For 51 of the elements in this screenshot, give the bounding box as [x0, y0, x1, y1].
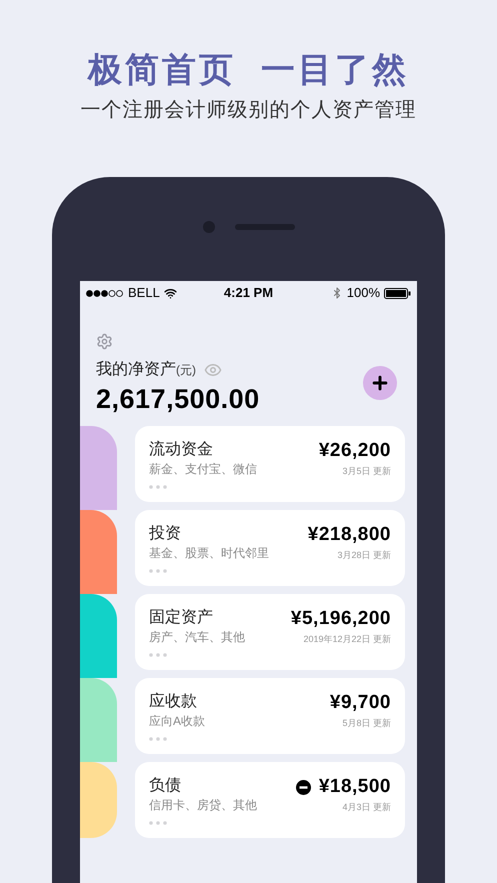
- battery-icon: [384, 288, 411, 298]
- unit-label: (元): [176, 362, 196, 379]
- category-name: 投资: [149, 524, 182, 544]
- camera-icon: [202, 221, 214, 233]
- headline: 极简首页 一目了然: [88, 50, 409, 91]
- more-icon[interactable]: [149, 485, 167, 489]
- category-tab[interactable]: [80, 762, 117, 838]
- category-card[interactable]: 应收款 应向A收款 ¥9,700 5月8日 更新: [135, 678, 405, 754]
- category-amount: ¥18,500: [318, 776, 391, 798]
- status-time: 4:21 PM: [222, 284, 274, 302]
- category-tab[interactable]: [80, 426, 117, 510]
- category-amount: ¥218,800: [308, 524, 391, 546]
- category-amount: ¥26,200: [318, 440, 391, 462]
- updated-date: 4月3日 更新: [342, 801, 391, 813]
- category-card[interactable]: 流动资金 薪金、支付宝、微信 ¥26,200 3月5日 更新: [135, 426, 405, 502]
- settings-icon[interactable]: [96, 333, 113, 350]
- signal-icon: [86, 290, 124, 296]
- carrier-name: BELL: [128, 284, 160, 302]
- category-details: 基金、股票、时代邻里: [149, 545, 269, 561]
- category-card[interactable]: 固定资产 房产、汽车、其他 ¥5,196,200 2019年12月22日 更新: [135, 594, 405, 670]
- wifi-icon: [164, 286, 177, 300]
- category-amount: ¥5,196,200: [290, 608, 391, 630]
- more-icon[interactable]: [149, 737, 167, 741]
- category-details: 薪金、支付宝、微信: [149, 461, 257, 477]
- category-amount: ¥9,700: [330, 692, 391, 714]
- category-card[interactable]: 投资 基金、股票、时代邻里 ¥218,800 3月28日 更新: [135, 510, 405, 586]
- net-worth-amount: 2,617,500.00: [96, 383, 260, 416]
- category-tab[interactable]: [80, 510, 117, 594]
- more-icon[interactable]: [149, 821, 167, 825]
- category-name: 应收款: [149, 692, 198, 712]
- battery-percent: 100%: [346, 284, 380, 302]
- add-button[interactable]: [363, 366, 397, 400]
- more-icon[interactable]: [149, 569, 167, 573]
- plus-icon: [370, 373, 390, 393]
- more-icon[interactable]: [149, 653, 167, 657]
- category-details: 信用卡、房贷、其他: [149, 797, 257, 813]
- category-card[interactable]: 负债 信用卡、房贷、其他 ¥18,500 4月3日 更新: [135, 762, 405, 838]
- subheadline: 一个注册会计师级别的个人资产管理: [80, 98, 416, 123]
- updated-date: 3月5日 更新: [342, 465, 391, 477]
- updated-date: 3月28日 更新: [337, 549, 391, 561]
- eye-icon[interactable]: [204, 361, 222, 379]
- updated-date: 2019年12月22日 更新: [303, 633, 391, 645]
- category-tab[interactable]: [80, 678, 117, 762]
- category-details: 应向A收款: [149, 713, 206, 729]
- category-details: 房产、汽车、其他: [149, 629, 245, 645]
- updated-date: 5月8日 更新: [342, 717, 391, 729]
- net-worth-label: 我的净资产: [96, 360, 176, 380]
- category-tab[interactable]: [80, 594, 117, 678]
- category-name: 流动资金: [149, 440, 214, 460]
- category-name: 负债: [149, 776, 182, 796]
- category-name: 固定资产: [149, 608, 214, 628]
